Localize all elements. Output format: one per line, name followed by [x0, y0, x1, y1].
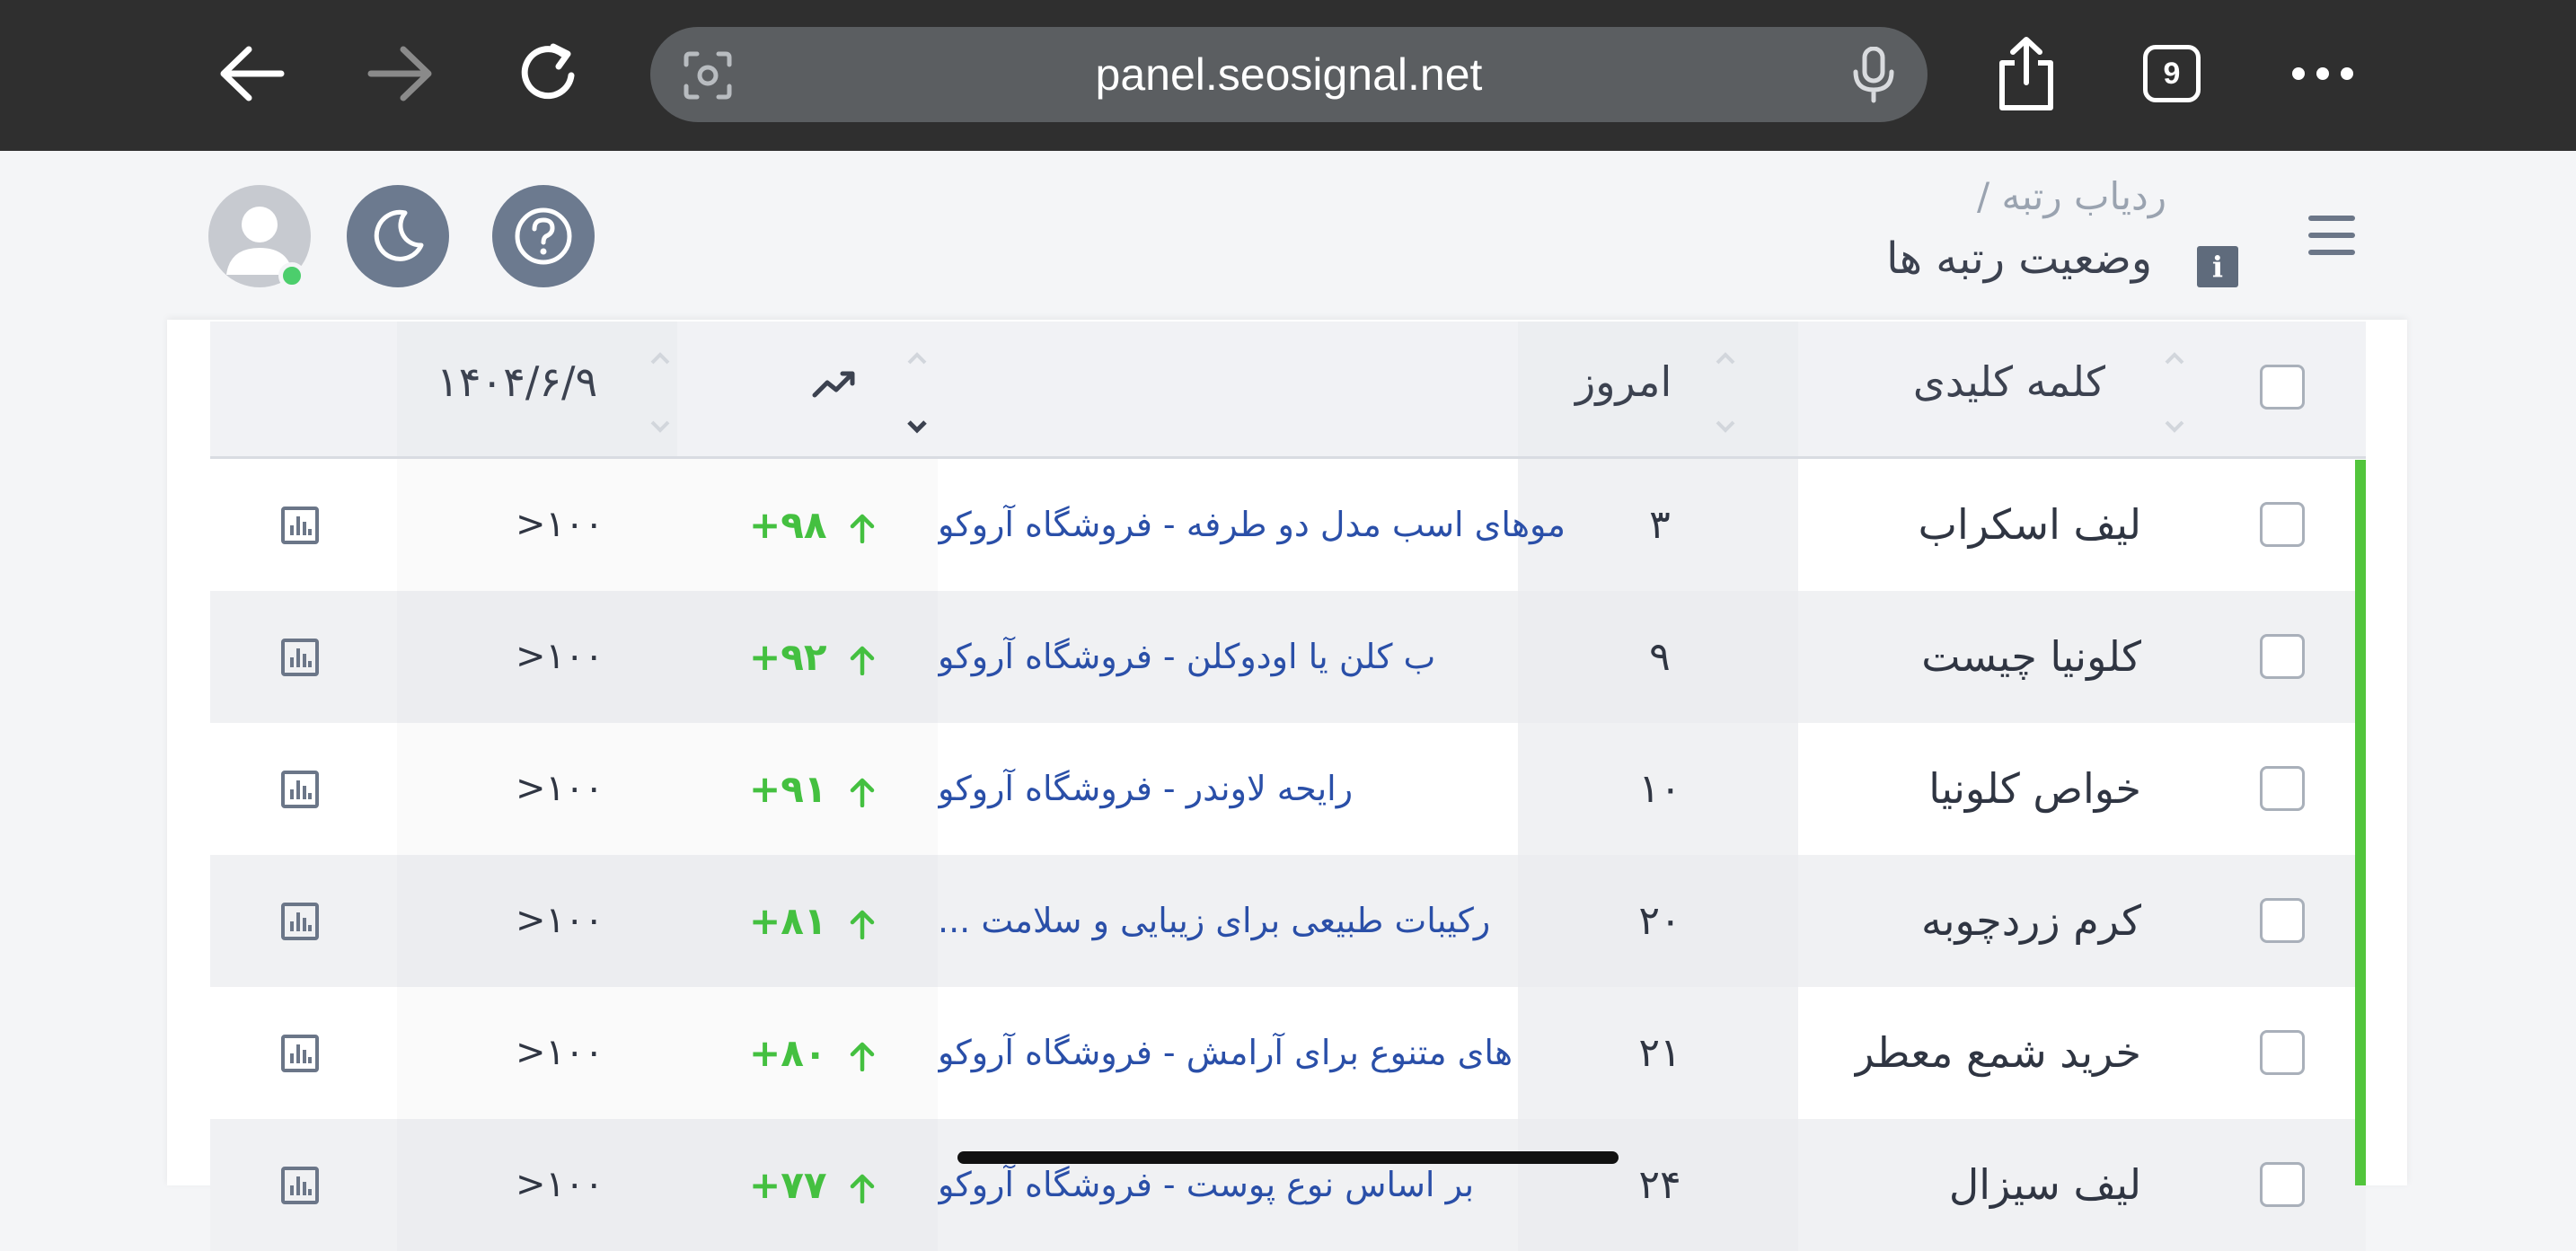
reload-icon[interactable]: [507, 31, 593, 117]
row-checkbox[interactable]: [2260, 766, 2305, 811]
date-rank-cell: >۱۰۰: [516, 636, 604, 677]
rank-change-value: +۹۲: [749, 635, 827, 679]
moon-icon: [374, 209, 424, 261]
row-checkbox[interactable]: [2260, 1030, 2305, 1075]
url-text[interactable]: panel.seosignal.net: [650, 27, 1928, 122]
rank-change-value: +۸۱: [749, 899, 827, 943]
table-row[interactable]: کلونیا چیست ۹ ب کلن یا اودوکلن - فروشگاه…: [210, 591, 2366, 723]
today-sort-icon[interactable]: [1712, 348, 1739, 438]
rank-change-value: +۹۸: [749, 503, 827, 547]
back-icon[interactable]: [208, 31, 295, 117]
page-title: وضعیت رتبه ها: [1886, 233, 2152, 284]
home-indicator: [957, 1151, 1619, 1164]
rank-change-cell: +۹۱: [749, 723, 956, 855]
rank-change-value: +۸۰: [749, 1031, 827, 1075]
table-row[interactable]: کرم زردچوبه ۲۰ رکیبات طبیعی برای زیبایی …: [210, 855, 2366, 987]
dark-mode-button[interactable]: [347, 185, 449, 287]
table-row[interactable]: خرید شمع معطر ۲۱ های متنوع برای آرامش - …: [210, 987, 2366, 1119]
breadcrumb[interactable]: ردیاب رتبه /: [1977, 174, 2166, 218]
ranking-url-link[interactable]: موهای اسب مدل دو طرفه - فروشگاه آروکو: [938, 459, 1728, 591]
bar-chart-icon[interactable]: [280, 506, 320, 545]
more-icon[interactable]: [2280, 31, 2366, 117]
keyword-sort-icon[interactable]: [2161, 348, 2188, 438]
table-row[interactable]: لیف اسکراب ۳ موهای اسب مدل دو طرفه - فرو…: [210, 459, 2366, 591]
status-indicator-bar: [2355, 460, 2366, 1185]
bar-chart-icon[interactable]: [280, 1034, 320, 1073]
bar-chart-icon[interactable]: [280, 770, 320, 809]
date-rank-cell: >۱۰۰: [516, 504, 604, 545]
bar-chart-icon[interactable]: [280, 1166, 320, 1205]
arrow-up-icon: [850, 646, 875, 675]
help-icon: [515, 207, 572, 265]
keyword-cell: لیف اسکراب: [1918, 500, 2141, 549]
arrow-up-icon: [850, 1042, 875, 1071]
browser-toolbar: panel.seosignal.net 9: [0, 0, 2576, 151]
hamburger-menu-icon[interactable]: [2308, 216, 2355, 255]
row-checkbox[interactable]: [2260, 634, 2305, 679]
share-icon[interactable]: [1983, 31, 2069, 117]
bar-chart-icon[interactable]: [280, 638, 320, 677]
table-row[interactable]: خواص کلونیا ۱۰ رایحه لاوندر - فروشگاه آر…: [210, 723, 2366, 855]
rank-change-cell: +۹۲: [749, 591, 956, 723]
address-bar[interactable]: panel.seosignal.net: [650, 27, 1928, 122]
date-rank-cell: >۱۰۰: [516, 900, 604, 941]
today-column-header[interactable]: امروز: [1575, 357, 1672, 406]
select-all-checkbox[interactable]: [2260, 365, 2305, 410]
ranking-url-link[interactable]: رایحه لاوندر - فروشگاه آروکو: [938, 723, 1728, 855]
change-sort-icon[interactable]: [904, 348, 931, 438]
arrow-up-icon: [850, 514, 875, 543]
keyword-cell: خرید شمع معطر: [1854, 1028, 2141, 1077]
date-rank-cell: >۱۰۰: [516, 768, 604, 809]
date-rank-cell: >۱۰۰: [516, 1032, 604, 1073]
microphone-icon[interactable]: [1850, 47, 1897, 104]
help-button[interactable]: [492, 185, 595, 287]
forward-icon[interactable]: [357, 31, 444, 117]
arrow-up-icon: [850, 778, 875, 807]
rank-change-value: +۹۱: [749, 767, 827, 811]
ranking-url-link[interactable]: رکیبات طبیعی برای زیبایی و سلامت ...: [938, 855, 1728, 987]
keyword-cell: کرم زردچوبه: [1921, 896, 2141, 945]
arrow-up-icon: [850, 1174, 875, 1203]
app-header: ردیاب رتبه / وضعیت رتبه ها i: [0, 151, 2576, 322]
online-status-dot: [278, 262, 305, 289]
row-checkbox[interactable]: [2260, 1162, 2305, 1207]
rank-change-cell: +۸۱: [749, 855, 956, 987]
rank-change-cell: +۸۰: [749, 987, 956, 1119]
arrow-up-icon: [850, 910, 875, 939]
row-checkbox[interactable]: [2260, 502, 2305, 547]
bar-chart-icon[interactable]: [280, 902, 320, 941]
table-header: کلمه کلیدی امروز ۱۴۰۴/۶/۹: [210, 322, 2366, 459]
trend-up-icon: [812, 371, 855, 398]
tabs-button[interactable]: 9: [2143, 45, 2201, 102]
keyword-column-header[interactable]: کلمه کلیدی: [1913, 357, 2105, 406]
keyword-cell: کلونیا چیست: [1921, 632, 2141, 681]
rank-change-cell: +۹۸: [749, 459, 956, 591]
ranking-url-link[interactable]: ب کلن یا اودوکلن - فروشگاه آروکو: [938, 591, 1728, 723]
date-sort-icon[interactable]: [647, 348, 674, 438]
row-checkbox[interactable]: [2260, 898, 2305, 943]
date-column-header[interactable]: ۱۴۰۴/۶/۹: [437, 357, 597, 406]
ranking-url-link[interactable]: های متنوع برای آرامش - فروشگاه آروکو: [938, 987, 1728, 1119]
info-icon[interactable]: i: [2197, 246, 2238, 287]
keyword-cell: خواص کلونیا: [1928, 764, 2141, 813]
